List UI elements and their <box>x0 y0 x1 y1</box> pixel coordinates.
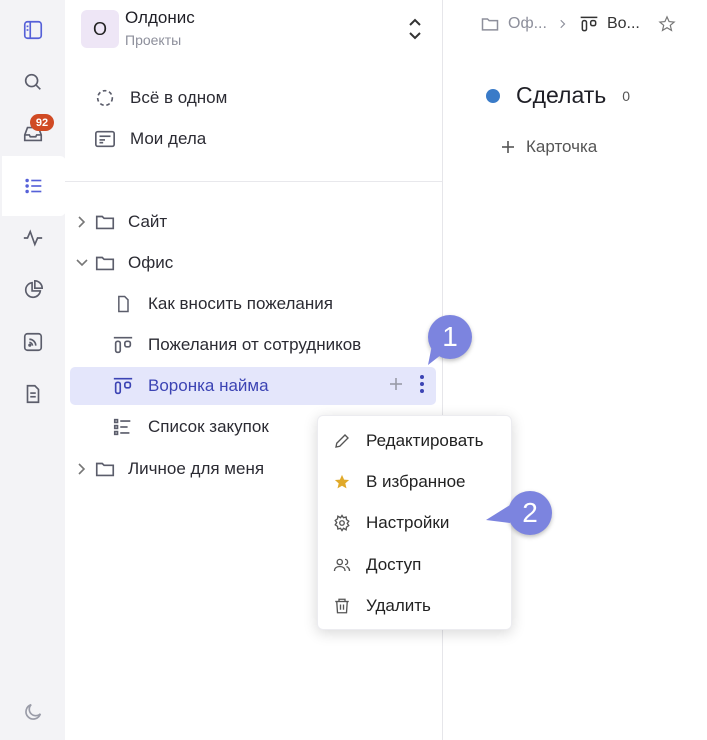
list-icon[interactable] <box>2 156 66 216</box>
nav-my-tasks[interactable]: Мои дела <box>93 123 206 155</box>
breadcrumb: Оф... Во... <box>480 10 676 38</box>
plus-icon <box>500 139 516 155</box>
breadcrumb-current: Во... <box>606 15 640 32</box>
chevron-up-down-icon[interactable] <box>403 16 427 42</box>
workspace-name: Олдонис <box>125 8 195 27</box>
row-actions <box>388 367 426 405</box>
tree-item-site-label: Сайт <box>128 212 168 231</box>
star-outline-icon[interactable] <box>658 15 676 33</box>
menu-item-settings-label: Настройки <box>366 513 450 532</box>
kanban-icon <box>112 375 134 397</box>
tree-item-employee-wishes[interactable]: Пожелания от сотрудников <box>70 326 436 364</box>
tree-item-how-to-submit[interactable]: Как вносить пожелания <box>70 285 436 323</box>
sidebar-divider <box>65 181 442 182</box>
callout-marker-2: 2 <box>508 491 552 535</box>
nav-my-tasks-label: Мои дела <box>130 129 207 148</box>
tree-item-employee-wishes-label: Пожелания от сотрудников <box>148 335 362 354</box>
chevron-right-icon[interactable] <box>74 214 90 230</box>
folder-icon <box>94 458 116 480</box>
workspace-avatar: О <box>81 10 119 48</box>
callout-pointer-1 <box>428 345 446 365</box>
tree-item-office-label: Офис <box>128 253 174 272</box>
workspace-subtitle: Проекты <box>125 32 182 48</box>
chevron-right-icon <box>557 18 569 30</box>
folder-icon <box>94 252 116 274</box>
kanban-icon <box>112 334 134 356</box>
tree-item-hiring-funnel[interactable]: Воронка найма <box>70 367 436 405</box>
activity-icon[interactable] <box>0 212 65 264</box>
pencil-icon <box>332 431 352 451</box>
chevron-down-icon[interactable] <box>74 255 90 271</box>
more-vertical-icon[interactable] <box>418 374 426 399</box>
app-window: 92 О Олдонис Проекты Всё в одном Мои дел… <box>0 0 707 740</box>
menu-item-edit-label: Редактировать <box>366 431 484 450</box>
task-list-icon <box>93 127 117 151</box>
callout-number-2: 2 <box>522 497 538 528</box>
callout-pointer-2 <box>486 505 510 523</box>
checklist-icon <box>112 416 134 438</box>
star-icon <box>332 472 352 492</box>
menu-item-delete[interactable]: Удалить <box>318 586 513 626</box>
tree-item-hiring-funnel-label: Воронка найма <box>148 376 269 395</box>
document-icon[interactable] <box>0 368 65 420</box>
users-icon <box>332 555 352 575</box>
menu-item-access[interactable]: Доступ <box>318 545 513 585</box>
column-count: 0 <box>622 87 631 104</box>
breadcrumb-office[interactable]: Оф... <box>508 15 547 33</box>
page-icon <box>112 293 134 315</box>
folder-icon <box>94 211 116 233</box>
inbox-badge: 92 <box>30 114 54 131</box>
tree-item-purchase-list-label: Список закупок <box>148 417 269 436</box>
menu-item-access-label: Доступ <box>366 555 422 574</box>
status-dot <box>486 88 500 103</box>
plus-icon[interactable] <box>388 376 404 397</box>
tree-item-how-to-submit-label: Как вносить пожелания <box>148 294 333 313</box>
trash-icon <box>332 596 352 616</box>
chevron-right-icon[interactable] <box>74 461 90 477</box>
kanban-icon <box>579 14 599 34</box>
tree-item-site[interactable]: Сайт <box>70 203 436 241</box>
folder-icon <box>480 14 500 34</box>
moon-icon[interactable] <box>0 686 65 738</box>
workspace-switcher[interactable]: О Олдонис Проекты <box>81 8 427 50</box>
orbit-icon <box>93 86 117 110</box>
tree-item-personal-label: Личное для меня <box>128 459 265 478</box>
menu-item-delete-label: Удалить <box>366 596 431 615</box>
menu-item-favorite-label: В избранное <box>366 472 466 491</box>
search-icon[interactable] <box>0 56 65 108</box>
context-menu: Редактировать В избранное Настройки Дост… <box>317 415 512 630</box>
add-card-button[interactable]: Карточка <box>500 137 597 157</box>
nav-all-in-one-label: Всё в одном <box>130 88 228 107</box>
panel-toggle-icon[interactable] <box>0 4 65 56</box>
nav-all-in-one[interactable]: Всё в одном <box>93 82 227 114</box>
tree-item-office[interactable]: Офис <box>70 244 436 282</box>
left-rail: 92 <box>0 0 66 740</box>
menu-item-settings[interactable]: Настройки <box>318 503 513 543</box>
rss-icon[interactable] <box>0 316 65 368</box>
add-card-label: Карточка <box>526 137 598 156</box>
column-name[interactable]: Сделать <box>516 82 606 109</box>
gear-icon <box>332 513 352 533</box>
menu-item-favorite[interactable]: В избранное <box>318 462 513 502</box>
inbox-icon[interactable]: 92 <box>0 108 65 160</box>
menu-item-edit[interactable]: Редактировать <box>318 421 513 461</box>
chart-pie-icon[interactable] <box>0 264 65 316</box>
column-header: Сделать 0 <box>486 82 630 109</box>
